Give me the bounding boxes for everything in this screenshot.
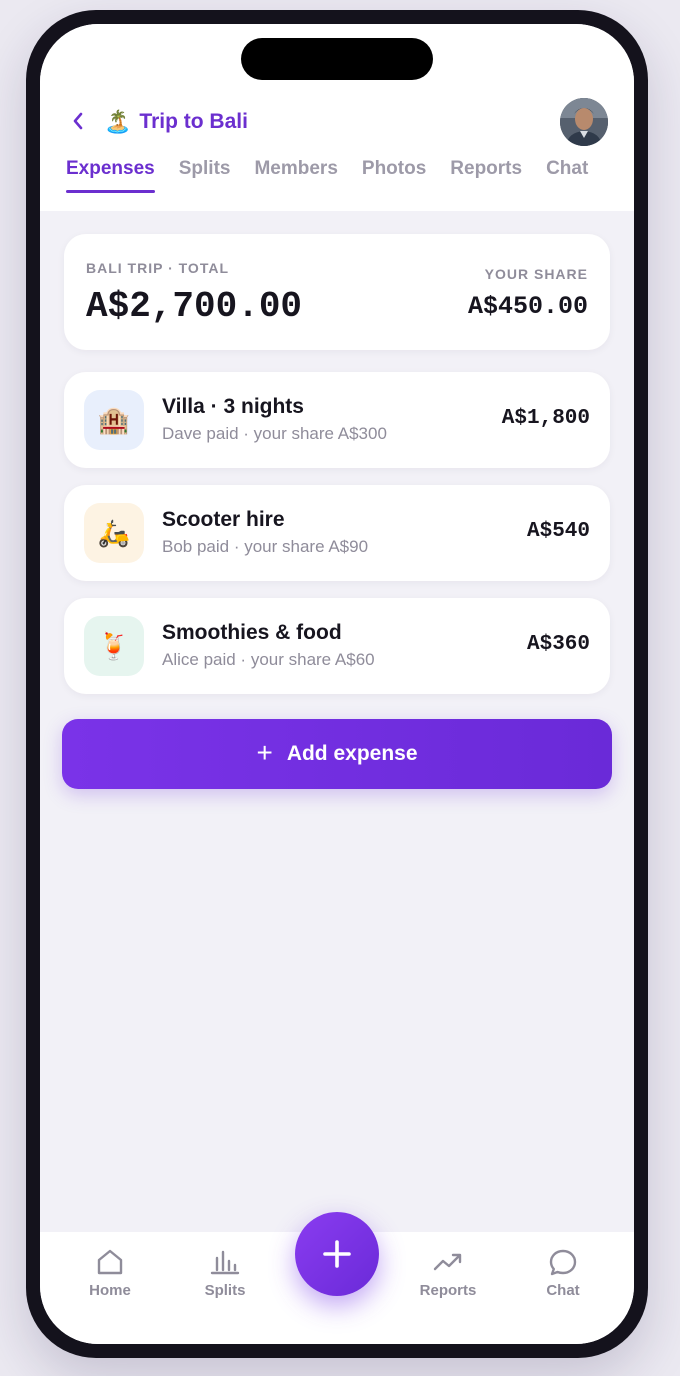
expense-amount: A$1,800 (501, 407, 590, 430)
dynamic-island (241, 38, 433, 80)
total-label: BALI TRIP · TOTAL (86, 260, 229, 276)
avatar[interactable] (560, 98, 608, 146)
nav-chat-label: Chat (546, 1282, 580, 1299)
expense-subtitle: Dave paid · your share A$300 (162, 424, 387, 443)
add-expense-button[interactable]: + Add expense (62, 719, 612, 789)
plus-icon: + (256, 736, 273, 768)
tab-splits[interactable]: Splits (179, 158, 231, 186)
nav-splits-label: Splits (204, 1282, 246, 1299)
plus-icon (323, 1240, 351, 1268)
nav-chat[interactable]: Chat (518, 1248, 608, 1299)
page-title: Trip to Bali (139, 110, 248, 133)
expense-amount: A$540 (526, 520, 590, 543)
tab-reports[interactable]: Reports (450, 158, 522, 186)
expense-item-villa[interactable]: 🏨 Villa · 3 nights Dave paid · your shar… (64, 372, 610, 468)
bar-chart-icon (210, 1250, 240, 1275)
expense-subtitle: Alice paid · your share A$60 (162, 650, 375, 669)
tab-photos[interactable]: Photos (362, 158, 426, 186)
hotel-icon: 🏨 (84, 390, 144, 450)
back-chevron-icon[interactable] (70, 110, 86, 132)
expense-title: Scooter hire (162, 508, 285, 531)
tab-expenses[interactable]: Expenses (66, 158, 155, 193)
phone-frame: 🏝️ Trip to Bali Expenses Splits Members … (26, 10, 648, 1358)
nav-reports[interactable]: Reports (403, 1248, 493, 1299)
chat-bubble-icon (549, 1249, 577, 1276)
expense-subtitle: Bob paid · your share A$90 (162, 537, 369, 556)
expense-item-scooter[interactable]: 🛵 Scooter hire Bob paid · your share A$9… (64, 485, 610, 581)
tab-chat[interactable]: Chat (546, 158, 588, 186)
add-fab-button[interactable] (295, 1212, 379, 1296)
trip-summary-card: BALI TRIP · TOTAL A$2,700.00 YOUR SHARE … (64, 234, 610, 350)
page-title-row: 🏝️ Trip to Bali (104, 108, 248, 136)
expense-item-smoothies[interactable]: 🍹 Smoothies & food Alice paid · your sha… (64, 598, 610, 694)
nav-home-label: Home (89, 1282, 131, 1299)
share-value: A$450.00 (467, 292, 588, 321)
expense-title: Villa · 3 nights (162, 395, 304, 418)
expense-title: Smoothies & food (162, 621, 342, 644)
nav-home[interactable]: Home (65, 1248, 155, 1299)
home-icon (97, 1249, 123, 1275)
island-emoji-icon: 🏝️ (104, 109, 132, 134)
tab-members[interactable]: Members (254, 158, 337, 186)
trend-up-icon (433, 1253, 462, 1271)
drink-icon: 🍹 (84, 616, 144, 676)
nav-splits[interactable]: Splits (180, 1248, 270, 1299)
total-value: A$2,700.00 (86, 286, 303, 327)
app-screen: 🏝️ Trip to Bali Expenses Splits Members … (40, 24, 634, 1344)
scooter-icon: 🛵 (84, 503, 144, 563)
add-expense-label: Add expense (286, 742, 418, 765)
tab-bar: Expenses Splits Members Photos Reports C… (66, 158, 612, 193)
share-label: YOUR SHARE (484, 266, 588, 282)
expense-amount: A$360 (526, 633, 590, 656)
nav-reports-label: Reports (419, 1282, 477, 1299)
